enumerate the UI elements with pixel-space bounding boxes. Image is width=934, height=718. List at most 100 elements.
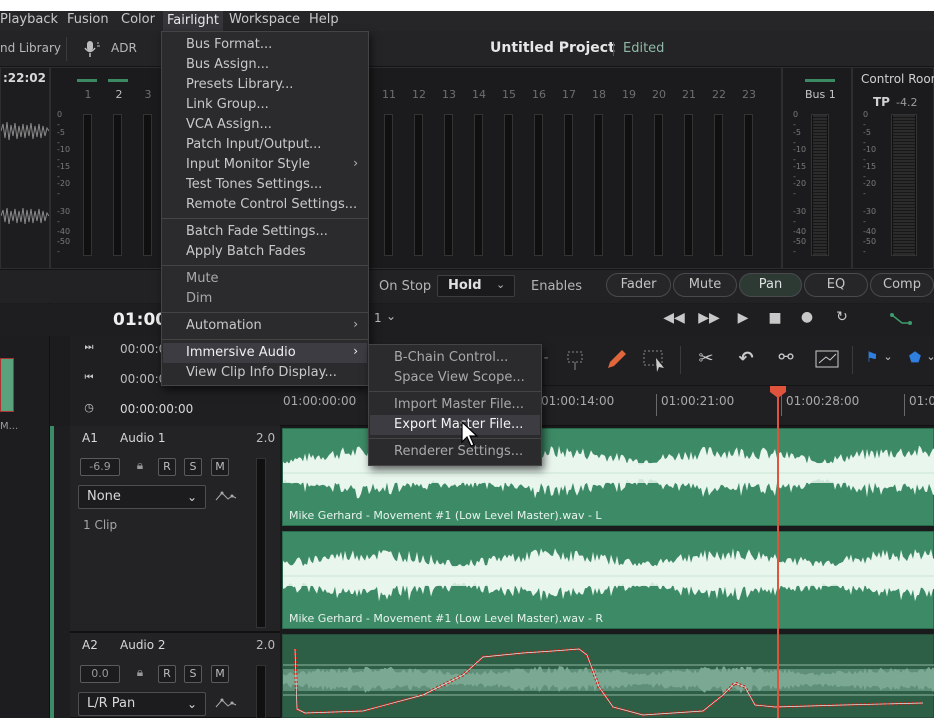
flag-icon[interactable]: ⚑: [865, 350, 879, 366]
fast-forward-icon[interactable]: ▶▶: [697, 310, 721, 326]
channel-number: 14: [472, 88, 486, 101]
solo-button[interactable]: S: [184, 665, 202, 683]
menu-fairlight[interactable]: Fairlight: [163, 11, 224, 31]
menu-item-batch-fade-settings[interactable]: Batch Fade Settings...: [186, 222, 328, 242]
menu-item-bus-format[interactable]: Bus Format...: [186, 35, 272, 55]
menu-item-apply-batch-fades[interactable]: Apply Batch Fades: [186, 242, 306, 262]
pencil-icon[interactable]: [604, 348, 628, 372]
channel-meter: [504, 114, 513, 256]
menu-separator: [162, 312, 368, 313]
pan-enable-button[interactable]: Pan: [739, 273, 802, 297]
timecode-display: 01:00: [113, 310, 168, 330]
track-name[interactable]: Audio 1: [120, 431, 166, 445]
menu-item-presets-library[interactable]: Presets Library...: [186, 75, 293, 95]
record-icon[interactable]: ●: [798, 309, 816, 325]
submenu-item-b-chain-control[interactable]: B-Chain Control...: [394, 348, 508, 368]
submenu-item-space-view-scope[interactable]: Space View Scope...: [394, 368, 525, 388]
loop-icon[interactable]: ↻: [830, 309, 854, 325]
channel-number: 17: [562, 88, 576, 101]
track-id: A1: [82, 431, 98, 445]
track-meter: [256, 458, 266, 628]
marker-icon[interactable]: ⬟: [908, 350, 922, 366]
submenu-item-renderer-settings[interactable]: Renderer Settings...: [394, 442, 523, 462]
rewind-icon[interactable]: ◀◀: [662, 310, 686, 326]
adr-button[interactable]: ADR: [111, 41, 137, 55]
channel-meter: [624, 114, 633, 256]
comp-enable-button[interactable]: Comp: [870, 273, 934, 297]
menu-separator: [162, 339, 368, 340]
project-status: Edited: [623, 41, 665, 56]
menu-item-remote-control[interactable]: Remote Control Settings...: [186, 195, 357, 215]
mute-button[interactable]: M: [211, 665, 229, 683]
submenu-arrow-icon: ›: [353, 344, 358, 358]
menu-item-immersive-audio[interactable]: Immersive Audio: [186, 343, 296, 363]
menu-playback[interactable]: Playback: [0, 12, 58, 27]
range-tool-icon[interactable]: -: [542, 350, 550, 366]
track-header-a1[interactable]: A1 Audio 1 2.0 -6.9 🔒︎ R S M None ⌄ 1 Cl…: [70, 426, 280, 632]
menu-item-link-group[interactable]: Link Group...: [186, 95, 269, 115]
menu-item-mute[interactable]: Mute: [186, 269, 219, 289]
play-icon[interactable]: ▶: [734, 310, 752, 326]
submenu-item-import-master-file[interactable]: Import Master File...: [394, 395, 524, 415]
automation-curve-icon[interactable]: [214, 697, 238, 711]
chevron-down-icon[interactable]: ⌄: [926, 350, 934, 363]
clip-thumbnail[interactable]: [0, 358, 14, 412]
skip-start-icon[interactable]: ⏮: [82, 372, 96, 383]
chevron-down-icon[interactable]: ⌄: [386, 309, 396, 323]
audio-clip-a2[interactable]: [282, 634, 934, 718]
stop-icon[interactable]: ■: [766, 310, 784, 326]
menu-item-view-clip-info[interactable]: View Clip Info Display...: [186, 363, 337, 383]
automation-mode-select[interactable]: L/R Pan ⌄: [78, 692, 206, 716]
control-room-panel: Control Room TP -4.2 0 - -5 - -10 - -15 …: [852, 67, 934, 269]
track-header-a2[interactable]: A2 Audio 2 2.0 0.0 🔒︎ R S M L/R Pan ⌄: [70, 632, 280, 718]
automation-curve-icon[interactable]: [214, 490, 238, 504]
viewer-panel: :22:02: [0, 67, 50, 269]
microphone-icon[interactable]: [82, 39, 102, 59]
link-icon[interactable]: ⚯: [776, 347, 796, 368]
chevron-down-icon[interactable]: ⌄: [882, 350, 894, 363]
menu-item-test-tones[interactable]: Test Tones Settings...: [186, 175, 322, 195]
control-room-meter: [891, 114, 917, 256]
menu-item-dim[interactable]: Dim: [186, 289, 212, 309]
menu-workspace[interactable]: Workspace: [229, 12, 300, 27]
on-stop-select[interactable]: Hold ⌄: [437, 275, 515, 297]
solo-button[interactable]: S: [184, 458, 202, 476]
menu-item-patch-io[interactable]: Patch Input/Output...: [186, 135, 321, 155]
automation-mode-select[interactable]: None ⌄: [78, 485, 206, 509]
channel-meter: [744, 114, 753, 256]
channel-meter: [654, 114, 663, 256]
record-arm-button[interactable]: R: [158, 665, 176, 683]
track-name[interactable]: Audio 2: [120, 638, 166, 652]
scissors-icon[interactable]: ✂: [696, 348, 716, 369]
play-head-icon[interactable]: ⏭: [82, 342, 96, 353]
insert-marker-icon[interactable]: [564, 348, 588, 372]
automation-curve-icon[interactable]: [888, 311, 914, 329]
lock-icon[interactable]: 🔒︎: [134, 665, 146, 680]
menu-color[interactable]: Color: [121, 12, 155, 27]
snap-icon[interactable]: ↶: [736, 348, 756, 369]
mute-enable-button[interactable]: Mute: [673, 273, 737, 297]
track-volume[interactable]: 0.0: [80, 665, 120, 683]
ruler-tick: 01:00:14:00: [541, 394, 615, 408]
menu-item-automation[interactable]: Automation: [186, 316, 262, 336]
menu-fusion[interactable]: Fusion: [67, 12, 109, 27]
selection-tool-icon[interactable]: [642, 348, 668, 374]
playhead[interactable]: [777, 386, 779, 718]
audio-clip[interactable]: Mike Gerhard - Movement #1 (Low Level Ma…: [282, 531, 934, 629]
record-arm-button[interactable]: R: [158, 458, 176, 476]
chevron-down-icon: ⌄: [496, 278, 506, 291]
eq-enable-button[interactable]: EQ: [804, 273, 868, 297]
automation-mode-value: L/R Pan: [87, 696, 136, 711]
sound-library-button[interactable]: nd Library: [0, 41, 61, 55]
menu-item-input-monitor-style[interactable]: Input Monitor Style: [186, 155, 310, 175]
mute-button[interactable]: M: [211, 458, 229, 476]
menu-item-vca-assign[interactable]: VCA Assign...: [186, 115, 272, 135]
lock-icon[interactable]: 🔒︎: [134, 458, 146, 473]
menu-help[interactable]: Help: [309, 12, 339, 27]
track-volume[interactable]: -6.9: [80, 458, 120, 476]
submenu-item-export-master-file[interactable]: Export Master File...: [394, 415, 523, 435]
menu-item-bus-assign[interactable]: Bus Assign...: [186, 55, 269, 75]
auto-follow-icon[interactable]: [814, 348, 842, 372]
fader-enable-button[interactable]: Fader: [606, 273, 671, 297]
channel-number: 11: [382, 88, 396, 101]
